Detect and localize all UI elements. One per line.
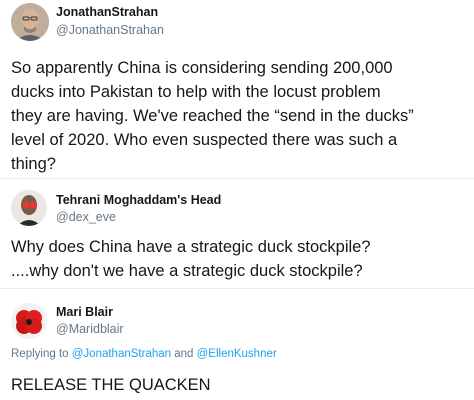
mention-link[interactable]: @JonathanStrahan (72, 348, 171, 360)
avatar[interactable] (11, 3, 49, 41)
person-avatar-icon (11, 190, 47, 226)
author-handle[interactable]: @JonathanStrahan (56, 23, 164, 37)
replying-prefix: Replying to (11, 348, 69, 360)
tweet-text-line: So apparently China is considering sendi… (11, 59, 393, 77)
author-handle[interactable]: @dex_eve (56, 210, 116, 224)
tweet-maridblair: Mari Blair @Maridblair Replying to @Jona… (0, 288, 474, 400)
tweet-text: Why does China have a strategic duck sto… (11, 235, 466, 283)
tweet-text: RELEASE THE QUACKEN (11, 373, 466, 397)
author-name[interactable]: Mari Blair (56, 305, 113, 319)
tweet-text-line: ducks into Pakistan to help with the loc… (11, 83, 381, 101)
tweet-text-line: RELEASE THE QUACKEN (11, 376, 211, 394)
person-avatar-icon (11, 3, 49, 41)
poppy-flower-icon (11, 303, 47, 339)
replying-joiner: and (174, 348, 194, 360)
tweet-dex-eve: Tehrani Moghaddam's Head @dex_eve Why do… (0, 178, 474, 288)
tweet-text: So apparently China is considering sendi… (11, 56, 466, 176)
mention-link[interactable]: @EllenKushner (197, 348, 277, 360)
tweet-text-line: they are having. We've reached the “send… (11, 107, 414, 125)
tweet-text-line: Why does China have a strategic duck sto… (11, 238, 371, 256)
tweet-jonathanstrahan: JonathanStrahan @JonathanStrahan So appa… (0, 0, 474, 178)
author-name[interactable]: Tehrani Moghaddam's Head (56, 193, 221, 207)
tweet-text-line: thing? (11, 155, 56, 173)
tweet-text-line: level of 2020. Who even suspected there … (11, 131, 398, 149)
author-name[interactable]: JonathanStrahan (56, 5, 158, 19)
avatar[interactable] (11, 190, 47, 226)
author-handle[interactable]: @Maridblair (56, 322, 124, 336)
replying-to: Replying to @JonathanStrahan and @EllenK… (11, 348, 277, 360)
tweet-text-line: ....why don't we have a strategic duck s… (11, 262, 363, 280)
avatar[interactable] (11, 303, 47, 339)
